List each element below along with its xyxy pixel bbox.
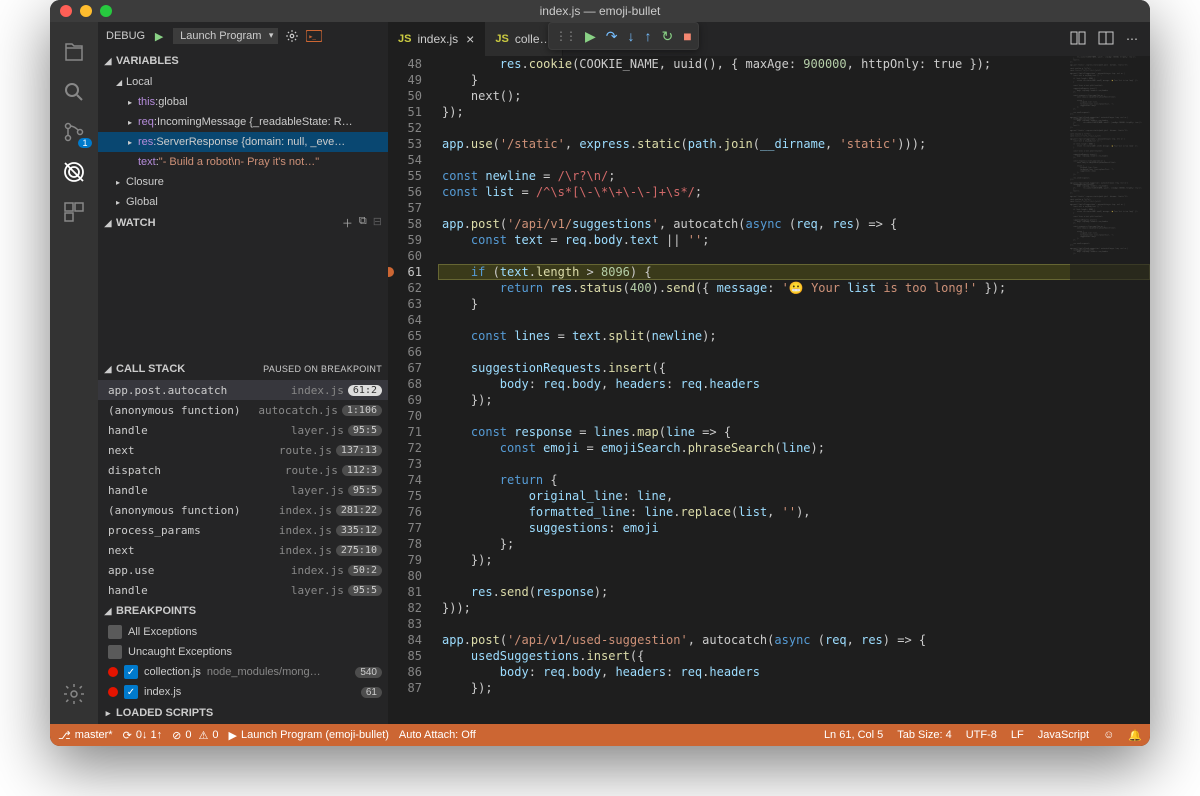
step-into-icon[interactable]: ↓ xyxy=(628,28,635,44)
callstack-frame[interactable]: nextroute.js137:13 xyxy=(98,440,388,460)
tab-size[interactable]: Tab Size: 4 xyxy=(897,729,951,742)
var-req[interactable]: ▸req: IncomingMessage {_readableState: R… xyxy=(98,112,388,132)
language-mode[interactable]: JavaScript xyxy=(1038,729,1089,742)
titlebar: index.js — emoji-bullet xyxy=(50,0,1150,22)
split-editor-icon[interactable] xyxy=(1098,30,1114,49)
var-text[interactable]: text: "- Build a robot\n- Pray it's not…… xyxy=(98,152,388,172)
eol[interactable]: LF xyxy=(1011,729,1024,742)
drag-handle-icon[interactable]: ⋮⋮ xyxy=(555,29,575,43)
breakpoint-row[interactable]: ✓index.js61 xyxy=(98,682,388,702)
editor-tabs: JSindex.js× JScolle… ⋮⋮ ▶ ↷ ↓ ↑ ↻ ■ ⋯ xyxy=(388,22,1150,56)
launch-status[interactable]: ▶ Launch Program (emoji-bullet) xyxy=(229,729,389,742)
watch-remove-icon[interactable]: ⊟ xyxy=(373,215,382,231)
breakpoint-row[interactable]: Uncaught Exceptions xyxy=(98,642,388,662)
explorer-icon[interactable] xyxy=(50,32,98,72)
breakpoints-body: All ExceptionsUncaught Exceptions✓collec… xyxy=(98,622,388,702)
zoom-window-button[interactable] xyxy=(100,5,112,17)
debug-icon[interactable] xyxy=(50,152,98,192)
callstack-frame[interactable]: (anonymous function)autocatch.js1:106 xyxy=(98,400,388,420)
callstack-frame[interactable]: handlelayer.js95:5 xyxy=(98,420,388,440)
variables-header[interactable]: ◢Variables xyxy=(98,50,388,72)
callstack-frame[interactable]: process_paramsindex.js335:12 xyxy=(98,520,388,540)
debug-sidebar: DEBUG ▶ Launch Program ▸_ ◢Variables ◢Lo… xyxy=(98,22,388,724)
start-debug-icon[interactable]: ▶ xyxy=(151,28,167,44)
breakpoint-row[interactable]: ✓collection.jsnode_modules/mong…540 xyxy=(98,662,388,682)
callstack-frame[interactable]: handlelayer.js95:5 xyxy=(98,480,388,500)
window-title: index.js — emoji-bullet xyxy=(540,4,661,18)
watch-add-icon[interactable]: ＋ xyxy=(342,215,353,231)
debug-status: PAUSED ON BREAKPOINT xyxy=(263,364,388,374)
step-over-icon[interactable]: ↷ xyxy=(606,28,618,45)
scope-global[interactable]: ▸Global xyxy=(98,192,388,212)
debug-settings-icon[interactable] xyxy=(284,28,300,44)
callstack-frame[interactable]: (anonymous function)index.js281:22 xyxy=(98,500,388,520)
compare-icon[interactable] xyxy=(1070,30,1086,49)
extensions-icon[interactable] xyxy=(50,192,98,232)
encoding[interactable]: UTF-8 xyxy=(966,729,997,742)
callstack-frame[interactable]: app.post.autocatchindex.js61:2 xyxy=(98,380,388,400)
debug-header: DEBUG ▶ Launch Program ▸_ xyxy=(98,22,388,50)
var-this[interactable]: ▸this: global xyxy=(98,92,388,112)
breakpoints-header[interactable]: ◢Breakpoints xyxy=(98,600,388,622)
git-branch[interactable]: ⎇ master* xyxy=(58,729,113,742)
callstack-frame[interactable]: app.useindex.js50:2 xyxy=(98,560,388,580)
statusbar: ⎇ master* ⟳ 0↓ 1↑ ⊘ 0 ⚠ 0 ▶ Launch Progr… xyxy=(50,724,1150,746)
var-res[interactable]: ▸res: ServerResponse {domain: null, _eve… xyxy=(98,132,388,152)
continue-icon[interactable]: ▶ xyxy=(585,28,596,45)
callstack-frame[interactable]: nextindex.js275:10 xyxy=(98,540,388,560)
svg-text:▸_: ▸_ xyxy=(310,33,317,40)
notifications-icon[interactable]: 🔔 xyxy=(1128,729,1142,742)
loaded-scripts-header[interactable]: ▸Loaded Scripts xyxy=(98,702,388,724)
minimap[interactable]: res.cookie(COOKIE_NAME, uuid(), { maxAge… xyxy=(1070,56,1150,724)
watch-collapse-icon[interactable]: ⧉ xyxy=(359,215,367,231)
code-editor[interactable]: 4849505152535455565758596061626364656667… xyxy=(388,56,1150,724)
tab-index-js[interactable]: JSindex.js× xyxy=(388,22,485,56)
window: index.js — emoji-bullet 1 DEBUG ▶ Launch… xyxy=(50,0,1150,746)
launch-config-select[interactable]: Launch Program xyxy=(173,28,278,44)
scm-badge: 1 xyxy=(78,138,92,148)
stop-icon[interactable]: ■ xyxy=(683,28,691,44)
restart-icon[interactable]: ↻ xyxy=(662,28,674,45)
feedback-icon[interactable]: ☺ xyxy=(1103,729,1114,742)
callstack-frame[interactable]: handlelayer.js95:5 xyxy=(98,580,388,600)
auto-attach[interactable]: Auto Attach: Off xyxy=(399,729,476,741)
scope-closure[interactable]: ▸Closure xyxy=(98,172,388,192)
activity-bar: 1 xyxy=(50,22,98,724)
watch-body xyxy=(98,234,388,358)
code-content[interactable]: res.cookie(COOKIE_NAME, uuid(), { maxAge… xyxy=(438,56,1150,724)
source-control-icon[interactable]: 1 xyxy=(50,112,98,152)
search-icon[interactable] xyxy=(50,72,98,112)
cursor-position[interactable]: Ln 61, Col 5 xyxy=(824,729,883,742)
breakpoint-row[interactable]: All Exceptions xyxy=(98,622,388,642)
debug-floating-toolbar[interactable]: ⋮⋮ ▶ ↷ ↓ ↑ ↻ ■ xyxy=(548,22,699,50)
debug-console-icon[interactable]: ▸_ xyxy=(306,28,322,44)
more-actions-icon[interactable]: ⋯ xyxy=(1126,32,1138,46)
line-gutter[interactable]: 4849505152535455565758596061626364656667… xyxy=(388,56,438,724)
callstack-frame[interactable]: dispatchroute.js112:3 xyxy=(98,460,388,480)
minimize-window-button[interactable] xyxy=(80,5,92,17)
editor-area: JSindex.js× JScolle… ⋮⋮ ▶ ↷ ↓ ↑ ↻ ■ ⋯ xyxy=(388,22,1150,724)
variables-body: ◢Local ▸this: global ▸req: IncomingMessa… xyxy=(98,72,388,212)
settings-gear-icon[interactable] xyxy=(50,674,98,714)
callstack-header[interactable]: ◢Call StackPAUSED ON BREAKPOINT xyxy=(98,358,388,380)
close-tab-icon[interactable]: × xyxy=(466,31,474,47)
debug-label: DEBUG xyxy=(106,30,145,42)
watch-header[interactable]: ◢Watch ＋ ⧉ ⊟ xyxy=(98,212,388,234)
close-window-button[interactable] xyxy=(60,5,72,17)
step-out-icon[interactable]: ↑ xyxy=(645,28,652,44)
problems[interactable]: ⊘ 0 ⚠ 0 xyxy=(172,729,218,742)
callstack-body: app.post.autocatchindex.js61:2(anonymous… xyxy=(98,380,388,600)
git-sync[interactable]: ⟳ 0↓ 1↑ xyxy=(123,729,163,742)
scope-local[interactable]: ◢Local xyxy=(98,72,388,92)
main: 1 DEBUG ▶ Launch Program ▸_ ◢Variables ◢… xyxy=(50,22,1150,724)
